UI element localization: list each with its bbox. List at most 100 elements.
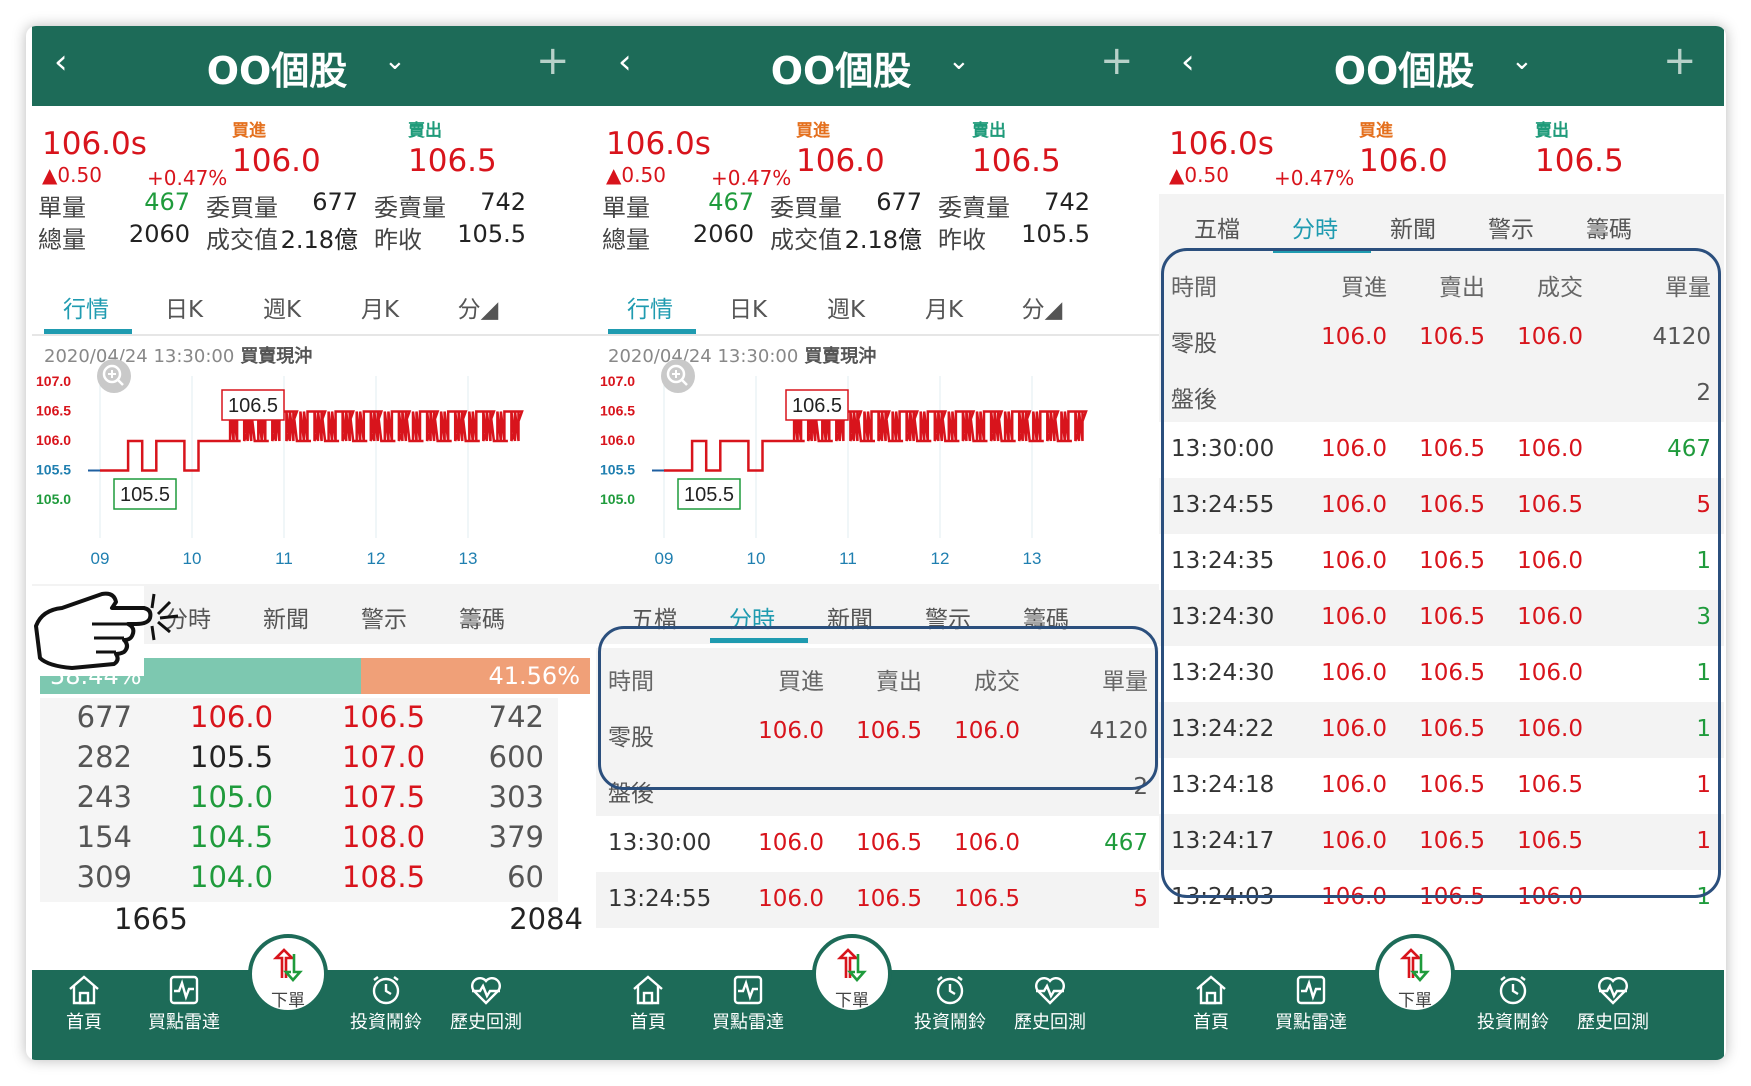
tabs-top: 行情 日K 週K 月K 分◢ [32,276,597,336]
tab-news[interactable]: 新聞 [1363,210,1463,244]
tab-monthly-k[interactable]: 月K [330,290,430,324]
quote-panel: 106.0s ▲0.50 +0.47% 買進 106.0 賣出 106.5 [596,106,1161,190]
tab-daily-k[interactable]: 日K [698,290,798,324]
bid-row[interactable]: 282 105.5 [40,740,308,780]
stat-value: 105.5 [457,220,526,248]
stat-value: 2060 [692,220,754,248]
tab-weekly-k[interactable]: 週K [796,290,896,324]
heart-pulse-icon [436,974,536,1006]
nav-invest-alarm[interactable]: 投資鬧鈴 [336,974,436,1034]
home-icon [598,974,698,1006]
stat-value: 105.5 [1021,220,1090,248]
tick-cell: 13:30:00 [608,830,712,856]
add-button[interactable]: + [536,38,570,84]
bid-price: 106.0 [1359,143,1448,179]
bid-qty: 154 [76,820,132,854]
zoom-in-icon[interactable] [97,359,131,393]
tab-weekly-k[interactable]: 週K [232,290,332,324]
active-tab-underline [44,329,132,334]
nav-order[interactable]: 下單 [248,934,328,1014]
nav-history-backtest[interactable]: 歷史回測 [1563,974,1663,1034]
tick-row[interactable]: 13:24:55 106.0 106.5 106.5 5 [596,872,1161,928]
price-series-line [664,410,1088,472]
quote-panel: 106.0s ▲0.50 +0.47% 買進 106.0 賣出 106.5 [1159,106,1724,190]
stats-row: 總量 2060 成交值 2.18億 昨收 105.5 [32,220,597,254]
nav-history-backtest[interactable]: 歷史回測 [1000,974,1100,1034]
stat-label: 成交值 [206,226,278,254]
nav-buy-radar[interactable]: 買點雷達 [1261,974,1361,1034]
nav-home[interactable]: 首頁 [598,974,698,1034]
pulse-chart-icon [1261,974,1361,1006]
chevron-down-icon[interactable]: ⌄ [384,46,406,76]
ask-qty: 379 [488,820,544,854]
stock-title[interactable]: OO個股 [32,40,522,95]
chevron-down-icon[interactable]: ⌄ [948,46,970,76]
bid-row[interactable]: 677 106.0 [40,700,308,740]
bid-total: 1665 [114,902,188,936]
bid-row[interactable]: 154 104.5 [40,820,308,860]
tab-quote[interactable]: 行情 [36,290,136,324]
y-tick-label: 106.5 [36,403,71,419]
ask-row[interactable]: 108.0 379 [290,820,558,860]
tab-chips[interactable]: 籌碼 [432,600,532,634]
tab-minute[interactable]: 分◢ [992,290,1092,324]
nav-invest-alarm[interactable]: 投資鬧鈴 [900,974,1000,1034]
nav-order[interactable]: 下單 [812,934,892,1014]
y-tick-label: 105.5 [36,462,71,478]
ask-row[interactable]: 107.0 600 [290,740,558,780]
stat-label: 成交值 [770,226,842,254]
tab-quote[interactable]: 行情 [600,290,700,324]
stock-title[interactable]: OO個股 [1159,40,1649,95]
stat-value: 467 [144,188,190,216]
tab-alerts[interactable]: 警示 [334,600,434,634]
ask-row[interactable]: 108.5 60 [290,860,558,900]
ticks-highlight-box [1161,248,1721,898]
ask-total: 2084 [509,902,583,936]
nav-invest-alarm[interactable]: 投資鬧鈴 [1463,974,1563,1034]
price-change-pct: +0.47% [711,166,792,190]
nav-buy-radar[interactable]: 買點雷達 [134,974,234,1034]
chart-svg: 09 10 11 12 13 107.0 106.5 106.0 105.5 105.0 106.5… [36,359,524,568]
nav-home[interactable]: 首頁 [1161,974,1261,1034]
ask-price: 106.5 [972,143,1061,179]
tab-chips[interactable]: 籌碼 [1559,210,1659,244]
tab-alerts[interactable]: 警示 [1461,210,1561,244]
bid-label: 買進 [1359,121,1393,141]
tick-cell: 106.5 [856,830,922,856]
nav-buy-radar[interactable]: 買點雷達 [698,974,798,1034]
phone-panel-3: ‹ OO個股 ⌄ +106.0s ▲0.50 +0.47% 買進 106.0 賣出 106.5 五檔… [1159,26,1724,1060]
tick-row[interactable]: 13:30:00 106.0 106.5 106.0 467 [596,816,1161,872]
nav-history-backtest[interactable]: 歷史回測 [436,974,536,1034]
stat-label: 委賣量 [938,194,1010,222]
zoom-in-icon[interactable] [661,359,695,393]
order-arrows-icon [834,948,870,986]
x-tick-label: 13 [459,549,478,568]
stock-title[interactable]: OO個股 [596,40,1086,95]
tab-five-levels[interactable]: 五檔 [1167,210,1267,244]
x-tick-label: 10 [183,549,202,568]
tick-cell: 106.0 [758,886,824,912]
x-tick-label: 12 [367,549,386,568]
chevron-down-icon[interactable]: ⌄ [1511,46,1533,76]
price-series-line [100,410,524,472]
tab-news[interactable]: 新聞 [236,600,336,634]
bid-row[interactable]: 243 105.0 [40,780,308,820]
add-button[interactable]: + [1100,38,1134,84]
add-button[interactable]: + [1663,38,1697,84]
bid-row[interactable]: 309 104.0 [40,860,308,900]
ask-qty: 60 [507,860,544,894]
nav-label: 首頁 [630,1012,666,1033]
bid-label: 買進 [232,121,266,141]
price-change: ▲0.50 [42,163,102,187]
nav-order[interactable]: 下單 [1375,934,1455,1014]
tab-minute[interactable]: 分◢ [428,290,528,324]
ask-price: 106.5 [342,700,426,734]
tick-cell: 13:24:55 [608,886,712,912]
stat-value: 467 [708,188,754,216]
ask-row[interactable]: 106.5 742 [290,700,558,740]
tab-monthly-k[interactable]: 月K [894,290,994,324]
tab-daily-k[interactable]: 日K [134,290,234,324]
ask-row[interactable]: 107.5 303 [290,780,558,820]
nav-home[interactable]: 首頁 [34,974,134,1034]
tab-ticks[interactable]: 分時 [1265,210,1365,244]
